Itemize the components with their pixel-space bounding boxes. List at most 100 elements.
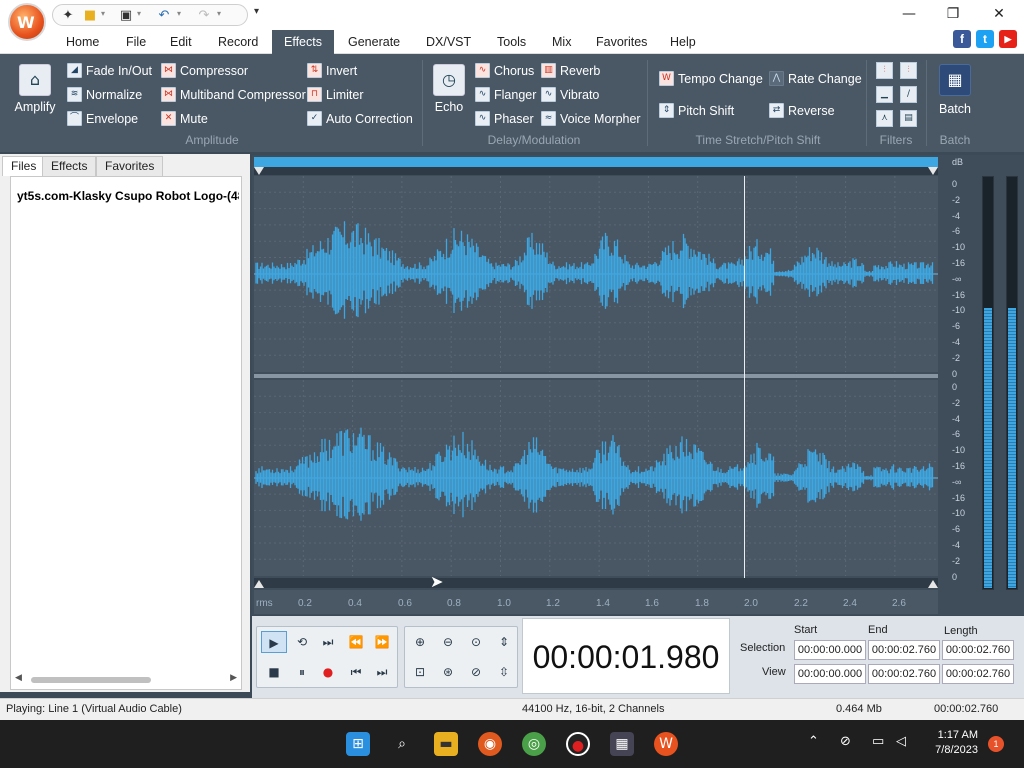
envelope-button[interactable]: ⌒ Envelope <box>67 109 138 129</box>
scrollbar-thumb[interactable] <box>31 677 151 683</box>
menu-generate[interactable]: Generate <box>344 34 404 54</box>
minimize-button[interactable]: — <box>886 0 932 30</box>
menu-tools[interactable]: Tools <box>493 34 530 54</box>
customize-toolbar-icon[interactable]: ▾ <box>254 6 259 17</box>
volume-icon[interactable]: ◁ <box>896 734 906 749</box>
timeline-ruler[interactable]: rms 0.2 0.4 0.6 0.8 1.0 1.2 1.4 1.6 1.8 … <box>254 590 938 614</box>
scroll-left-icon[interactable]: ◀ <box>15 673 22 683</box>
view-length-field[interactable]: 00:00:02.760 <box>942 664 1014 684</box>
stop-button[interactable]: ■ <box>261 661 287 683</box>
zoom-in-icon[interactable]: ⊕ <box>407 631 433 653</box>
invert-button[interactable]: ⇅ Invert <box>307 61 357 81</box>
pitch-shift-button[interactable]: ⇕ Pitch Shift <box>659 101 734 121</box>
menu-favorites[interactable]: Favorites <box>592 34 651 54</box>
menu-edit[interactable]: Edit <box>166 34 196 54</box>
reverse-button[interactable]: ⇄ Reverse <box>769 101 835 121</box>
playback-cursor[interactable] <box>744 176 745 578</box>
menu-effects[interactable]: Effects <box>272 30 334 54</box>
fast-forward-button[interactable]: ⏩ <box>369 631 395 653</box>
app-logo[interactable]: W <box>8 3 46 41</box>
menu-mix[interactable]: Mix <box>548 34 575 54</box>
menu-record[interactable]: Record <box>214 34 262 54</box>
zoom-vertical-icon[interactable]: ⇕ <box>491 631 517 653</box>
close-button[interactable]: ✕ <box>976 0 1022 30</box>
rewind-button[interactable]: ⏪ <box>343 631 369 653</box>
redo-dropdown-icon[interactable]: ▾ <box>217 9 221 18</box>
new-icon[interactable]: ✦ <box>57 7 79 25</box>
vibrato-button[interactable]: ∿ Vibrato <box>541 85 599 105</box>
selection-start-field[interactable]: 00:00:00.000 <box>794 640 866 660</box>
undo-dropdown-icon[interactable]: ▾ <box>177 9 181 18</box>
filter-eq-icon[interactable]: ⫶ <box>876 62 893 79</box>
tab-favorites[interactable]: Favorites <box>96 156 164 176</box>
filter-lowpass-icon[interactable]: ▁ <box>876 86 893 103</box>
file-item[interactable]: yt5s.com-Klasky Csupo Robot Logo-(48 <box>17 189 239 203</box>
multiband-compressor-button[interactable]: ⋈ Multiband Compressor <box>161 85 306 105</box>
flanger-button[interactable]: ∿ Flanger <box>475 85 536 105</box>
save-icon[interactable]: ▣ <box>115 7 137 25</box>
firefox-icon[interactable]: ◉ <box>478 732 502 756</box>
menu-dxvst[interactable]: DX/VST <box>422 34 475 54</box>
chrome-icon[interactable]: ◎ <box>522 732 546 756</box>
notification-badge[interactable]: 1 <box>988 736 1004 752</box>
search-icon[interactable]: ⌕ <box>390 732 414 756</box>
filter-notch-icon[interactable]: ▤ <box>900 110 917 127</box>
facebook-icon[interactable]: f <box>953 30 971 48</box>
save-dropdown-icon[interactable]: ▾ <box>137 9 141 18</box>
chorus-button[interactable]: ∿ Chorus <box>475 61 534 81</box>
scroll-right-icon[interactable]: ▶ <box>230 673 237 683</box>
tab-effects[interactable]: Effects <box>42 156 97 176</box>
voice-morpher-button[interactable]: ≈ Voice Morpher <box>541 109 641 129</box>
go-to-end-button[interactable]: ⏭ <box>369 661 395 683</box>
normalize-button[interactable]: ≋ Normalize <box>67 85 142 105</box>
reverb-button[interactable]: ▥ Reverb <box>541 61 600 81</box>
record-button[interactable]: ● <box>315 661 341 683</box>
recorder-icon[interactable]: ● <box>566 732 590 756</box>
menu-home[interactable]: Home <box>62 34 103 54</box>
selection-bar[interactable] <box>254 157 938 167</box>
tempo-change-button[interactable]: W Tempo Change <box>659 69 763 89</box>
filter-bandpass-icon[interactable]: ⋏ <box>876 110 893 127</box>
video-editor-icon[interactable]: ▦ <box>610 732 634 756</box>
phaser-button[interactable]: ∿ Phaser <box>475 109 534 129</box>
wavepad-taskbar-icon[interactable]: W <box>654 732 678 756</box>
amplify-button[interactable]: ⌂ Amplify <box>12 64 58 114</box>
menu-file[interactable]: File <box>122 34 150 54</box>
loop-button[interactable]: ⟲ <box>289 631 315 653</box>
tab-files[interactable]: Files <box>2 156 46 176</box>
selection-end-field[interactable]: 00:00:02.760 <box>868 640 940 660</box>
horizontal-scrollbar[interactable]: ◀ ▶ <box>15 673 237 685</box>
twitter-icon[interactable]: t <box>976 30 994 48</box>
filter-highpass-icon[interactable]: ∕ <box>900 86 917 103</box>
play-button[interactable]: ▶ <box>261 631 287 653</box>
zoom-selection-icon[interactable]: ⊡ <box>407 661 433 683</box>
zoom-out-icon[interactable]: ⊖ <box>435 631 461 653</box>
mute-button[interactable]: ✕ Mute <box>161 109 208 129</box>
youtube-icon[interactable]: ▶ <box>999 30 1017 48</box>
monitor-icon[interactable]: ▭ <box>872 734 884 749</box>
fade-in-out-button[interactable]: ◢ Fade In/Out <box>67 61 152 81</box>
zoom-vertical-out-icon[interactable]: ⇳ <box>491 661 517 683</box>
zoom-100-icon[interactable]: ⊙ <box>463 631 489 653</box>
open-icon[interactable]: ■ <box>79 7 101 25</box>
view-start-field[interactable]: 00:00:00.000 <box>794 664 866 684</box>
view-end-field[interactable]: 00:00:02.760 <box>868 664 940 684</box>
auto-correction-button[interactable]: ✓ Auto Correction <box>307 109 413 129</box>
network-off-icon[interactable]: ⊘ <box>840 734 851 749</box>
channel-1-waveform[interactable] <box>254 176 938 372</box>
windows-start-icon[interactable]: ⊞ <box>346 732 370 756</box>
pause-button[interactable]: ⏸ <box>289 661 315 683</box>
limiter-button[interactable]: ⊓ Limiter <box>307 85 364 105</box>
echo-button[interactable]: ◷ Echo <box>432 64 466 114</box>
go-to-start-button[interactable]: ⏮ <box>343 661 369 683</box>
clock[interactable]: 1:17 AM 7/8/2023 <box>928 728 978 758</box>
maximize-button[interactable]: ❐ <box>930 0 976 30</box>
redo-icon[interactable]: ↷ <box>193 7 215 25</box>
rate-change-button[interactable]: ⋀ Rate Change <box>769 69 862 89</box>
zoom-all-icon[interactable]: ⊛ <box>435 661 461 683</box>
menu-help[interactable]: Help <box>666 34 700 54</box>
open-dropdown-icon[interactable]: ▾ <box>101 9 105 18</box>
filter-graphic-eq-icon[interactable]: ⫶ <box>900 62 917 79</box>
play-to-end-button[interactable]: ⏭ <box>315 631 341 653</box>
batch-button[interactable]: ▦ Batch <box>936 64 974 116</box>
